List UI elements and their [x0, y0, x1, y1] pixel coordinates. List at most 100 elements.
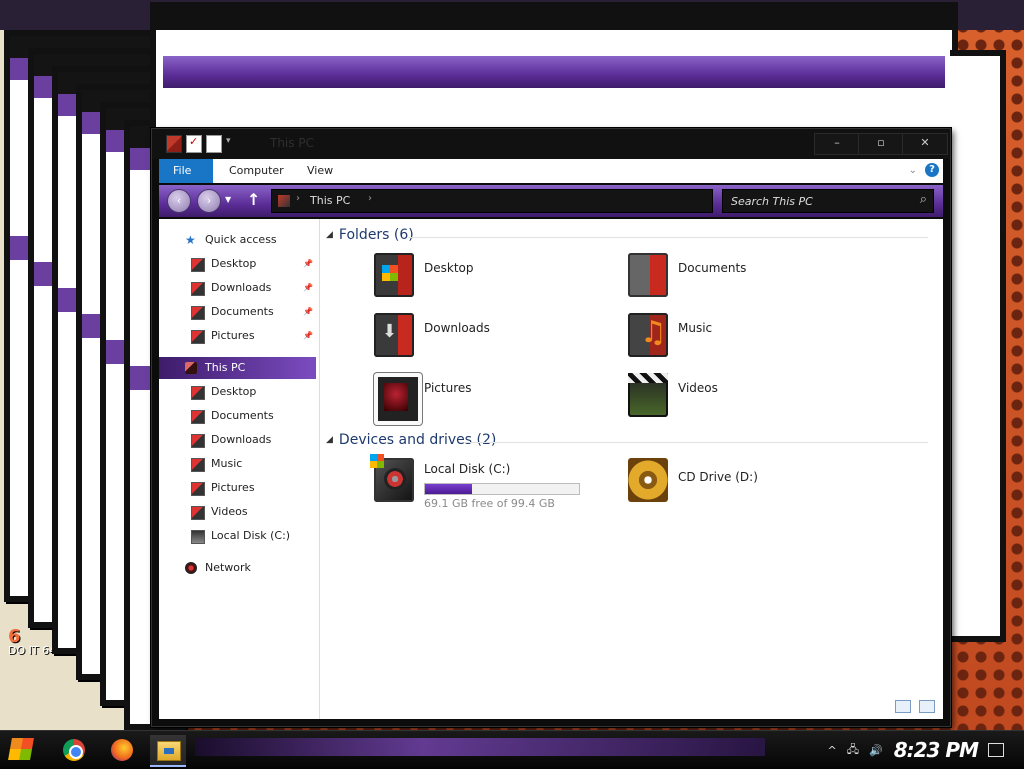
chevron-down-icon[interactable]: ▾ — [226, 136, 236, 152]
network-icon[interactable]: 🖧 — [847, 741, 859, 760]
sidebar-item-local-disk-c[interactable]: Local Disk (C:) — [159, 525, 316, 547]
details-view-icon[interactable] — [895, 700, 911, 713]
sidebar-item-label: Local Disk (C:) — [211, 529, 291, 542]
new-folder-icon[interactable] — [206, 135, 222, 153]
taskbar-chrome[interactable] — [56, 735, 92, 765]
sidebar-item-label: Downloads — [211, 433, 272, 446]
ribbon: File Computer View ⌄ ? — [159, 159, 943, 183]
show-hidden-icon[interactable]: ^ — [828, 744, 837, 757]
cd-drive-icon — [628, 458, 668, 502]
breadcrumb-chevron-icon[interactable]: › — [296, 193, 300, 204]
folder-tile-desktop[interactable]: Desktop — [374, 253, 614, 303]
folder-label: Documents — [678, 261, 747, 275]
collapse-icon: ◢ — [326, 435, 333, 445]
maximize-button[interactable]: ▫ — [858, 133, 904, 155]
downloads-icon — [191, 282, 205, 296]
folder-tile-videos[interactable]: Videos — [628, 373, 868, 423]
address-bar[interactable]: › This PC › — [271, 189, 713, 213]
disk-usage-fill — [425, 484, 472, 494]
notification-icon[interactable] — [988, 743, 1004, 757]
sidebar-item-documents[interactable]: Documents 📌 — [159, 301, 316, 323]
minimize-button[interactable]: – — [814, 133, 860, 155]
help-icon[interactable]: ? — [925, 163, 939, 177]
volume-icon[interactable]: 🔊 — [869, 744, 883, 757]
sidebar-item-label: Desktop — [211, 257, 257, 270]
navigation-pane: ★ Quick access Desktop 📌 Downloads 📌 Documents… — [159, 219, 320, 719]
sidebar-item-label: Downloads — [211, 281, 272, 294]
sidebar-item-pictures[interactable]: Pictures — [159, 477, 316, 499]
pin-icon[interactable]: 📌 — [303, 301, 313, 323]
group-title: Folders (6) — [338, 227, 414, 243]
sidebar-item-label: Network — [205, 561, 251, 574]
window-title: This PC — [270, 136, 314, 150]
folder-tile-pictures[interactable]: Pictures — [374, 373, 614, 425]
folder-tile-music[interactable]: Music — [628, 313, 868, 363]
folder-label: Downloads — [424, 321, 490, 335]
close-button[interactable]: ✕ — [902, 133, 948, 155]
up-button[interactable]: ↑ — [247, 190, 260, 209]
documents-icon — [191, 410, 205, 424]
sidebar-item-downloads[interactable]: Downloads — [159, 429, 316, 451]
disk-usage-bar — [424, 483, 580, 495]
pictures-icon — [191, 330, 205, 344]
sidebar-item-label: This PC — [205, 361, 246, 374]
back-button[interactable]: ‹ — [167, 189, 191, 213]
sidebar-item-desktop[interactable]: Desktop — [159, 381, 316, 403]
drive-free-space: 69.1 GB free of 99.4 GB — [424, 497, 555, 510]
search-input[interactable] — [729, 192, 903, 210]
tab-view[interactable]: View — [293, 159, 347, 183]
view-buttons — [895, 700, 935, 713]
group-header-folders[interactable]: ◢ Folders (6) — [326, 227, 414, 245]
file-explorer-icon — [157, 741, 181, 761]
pin-icon[interactable]: 📌 — [303, 253, 313, 275]
sidebar-item-label: Music — [211, 457, 243, 470]
documents-folder-icon — [628, 253, 668, 297]
clock[interactable]: 8:23 PM — [894, 738, 979, 762]
tab-computer[interactable]: Computer — [215, 159, 298, 183]
music-icon — [191, 458, 205, 472]
sidebar-item-music[interactable]: Music — [159, 453, 316, 475]
documents-icon — [191, 306, 205, 320]
downloads-icon — [191, 434, 205, 448]
properties-icon[interactable] — [186, 135, 202, 153]
sidebar-item-desktop[interactable]: Desktop 📌 — [159, 253, 316, 275]
desktop-icon — [191, 258, 205, 272]
title-bar[interactable]: ▾ This PC – ▫ ✕ — [152, 129, 950, 159]
pin-icon[interactable]: 📌 — [303, 277, 313, 299]
main-pane: ◢ Folders (6) Desktop Documents Downloads… — [320, 219, 943, 719]
drive-label: CD Drive (D:) — [678, 470, 758, 484]
breadcrumb-chevron-icon[interactable]: › — [368, 193, 372, 204]
sidebar-item-network[interactable]: Network — [159, 557, 316, 579]
drive-tile-cd[interactable]: CD Drive (D:) — [628, 458, 868, 508]
group-header-devices[interactable]: ◢ Devices and drives (2) — [326, 432, 496, 450]
sidebar-item-quick-access[interactable]: ★ Quick access — [159, 229, 316, 251]
search-icon[interactable]: ⌕ — [920, 192, 927, 207]
sidebar-item-pictures[interactable]: Pictures 📌 — [159, 325, 316, 347]
large-icons-view-icon[interactable] — [919, 700, 935, 713]
pictures-folder-icon — [374, 373, 422, 425]
tab-file[interactable]: File — [159, 159, 213, 183]
sidebar-item-documents[interactable]: Documents — [159, 405, 316, 427]
collapse-icon: ◢ — [326, 230, 333, 240]
drive-tile-local-disk[interactable]: Local Disk (C:) 69.1 GB free of 99.4 GB — [370, 454, 614, 510]
taskbar-firefox[interactable] — [104, 735, 140, 765]
sidebar-item-videos[interactable]: Videos — [159, 501, 316, 523]
sidebar-item-this-pc[interactable]: This PC — [159, 357, 316, 379]
sidebar-item-downloads[interactable]: Downloads 📌 — [159, 277, 316, 299]
back-icon: ‹ — [176, 194, 182, 207]
folder-label: Desktop — [424, 261, 474, 275]
firefox-icon — [111, 739, 133, 761]
breadcrumb-this-pc[interactable]: This PC — [310, 194, 350, 207]
disk-icon — [191, 530, 205, 544]
taskbar-decoration — [195, 738, 765, 756]
folder-label: Pictures — [424, 381, 472, 395]
folder-icon[interactable] — [166, 135, 182, 153]
expand-ribbon-icon[interactable]: ⌄ — [909, 165, 917, 176]
forward-button[interactable]: › — [197, 189, 221, 213]
start-button[interactable] — [6, 735, 38, 765]
taskbar-file-explorer[interactable] — [150, 735, 186, 767]
recent-locations-icon[interactable]: ▼ — [225, 195, 231, 204]
folder-tile-downloads[interactable]: Downloads — [374, 313, 614, 363]
folder-tile-documents[interactable]: Documents — [628, 253, 868, 303]
pin-icon[interactable]: 📌 — [303, 325, 313, 347]
